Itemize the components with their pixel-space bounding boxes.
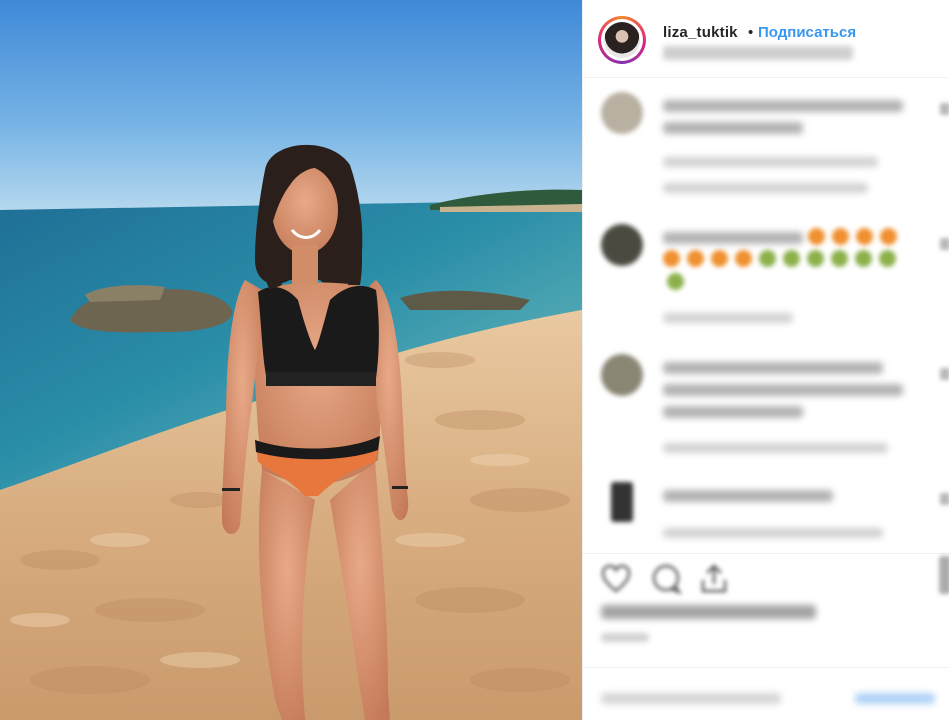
post-header: liza_tuktik • Подписаться bbox=[583, 0, 949, 78]
comment-input-blurred[interactable] bbox=[601, 693, 781, 704]
avatar-image bbox=[604, 22, 640, 58]
like-comment-icon[interactable] bbox=[940, 493, 949, 505]
emoji-icon bbox=[831, 250, 848, 267]
emoji-icon bbox=[783, 250, 800, 267]
comment-text-blurred bbox=[663, 100, 903, 112]
emoji-icon bbox=[663, 250, 680, 267]
location-blurred bbox=[663, 46, 853, 60]
beach-photo-image bbox=[0, 0, 582, 720]
comment-meta-blurred bbox=[663, 528, 883, 538]
separator-dot: • bbox=[748, 24, 754, 41]
comment-text-blurred bbox=[663, 384, 903, 396]
emoji-icon bbox=[735, 250, 752, 267]
emoji-icon bbox=[856, 228, 873, 245]
username-link[interactable]: liza_tuktik bbox=[663, 24, 738, 41]
comment-meta-blurred bbox=[663, 443, 888, 453]
like-comment-icon[interactable] bbox=[940, 103, 949, 115]
comment-avatar[interactable] bbox=[611, 482, 633, 522]
avatar-frame bbox=[601, 19, 643, 61]
post-photo[interactable] bbox=[0, 0, 582, 720]
comment-text-blurred bbox=[663, 122, 803, 134]
heart-icon[interactable] bbox=[599, 562, 633, 596]
comment-text-blurred bbox=[663, 406, 803, 418]
comment-text-blurred bbox=[663, 362, 883, 374]
like-comment-icon[interactable] bbox=[940, 368, 949, 380]
like-comment-icon[interactable] bbox=[940, 238, 949, 250]
add-comment-bar bbox=[583, 667, 949, 720]
emoji-icon bbox=[832, 228, 849, 245]
comment-text-blurred bbox=[663, 490, 833, 502]
emoji-icon bbox=[879, 250, 896, 267]
emoji-icon bbox=[855, 250, 872, 267]
likes-count-blurred[interactable] bbox=[601, 605, 816, 619]
comment-meta-blurred bbox=[663, 313, 793, 323]
bookmark-icon[interactable] bbox=[939, 556, 949, 594]
emoji-icon bbox=[880, 228, 897, 245]
comment-avatar[interactable] bbox=[601, 224, 643, 266]
avatar[interactable] bbox=[598, 16, 646, 64]
comment-bubble-icon[interactable] bbox=[649, 562, 683, 596]
emoji-icon bbox=[759, 250, 776, 267]
share-icon[interactable] bbox=[697, 562, 731, 596]
replies-link-blurred[interactable] bbox=[663, 183, 868, 193]
publish-button-blurred[interactable] bbox=[855, 693, 935, 704]
comment-avatar[interactable] bbox=[601, 92, 643, 134]
emoji-icon bbox=[687, 250, 704, 267]
comment-avatar[interactable] bbox=[601, 354, 643, 396]
comment-meta-blurred bbox=[663, 157, 878, 167]
comment-text-blurred bbox=[663, 232, 803, 244]
emoji-icon bbox=[711, 250, 728, 267]
emoji-icon bbox=[808, 228, 825, 245]
follow-button[interactable]: Подписаться bbox=[758, 24, 856, 41]
timestamp-blurred bbox=[601, 633, 649, 642]
emoji-icon bbox=[807, 250, 824, 267]
post-sidebar: liza_tuktik • Подписаться bbox=[582, 0, 949, 720]
emoji-icon bbox=[667, 273, 684, 290]
